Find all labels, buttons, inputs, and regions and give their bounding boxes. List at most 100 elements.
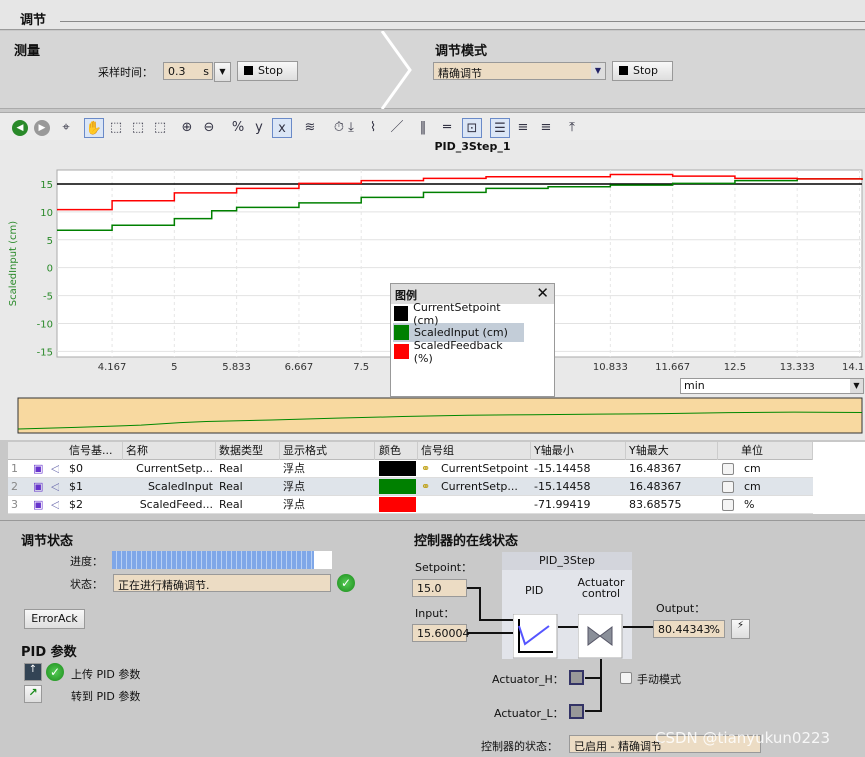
controller-state-label: 控制器的状态：	[481, 740, 558, 753]
x-tick-label: 6.667	[285, 362, 314, 373]
manual-mode-checkbox[interactable]	[620, 672, 632, 684]
pin-icon[interactable]: ⌖	[56, 118, 76, 138]
output-settings-icon[interactable]: ⚡	[731, 619, 750, 639]
goto-pid-label[interactable]: 转到 PID 参数	[71, 688, 140, 704]
x-tick-label: 5.833	[222, 362, 251, 373]
column-header[interactable]: Y轴最大	[626, 442, 718, 460]
zoom-y-icon[interactable]: ⬚	[128, 118, 148, 138]
column-header[interactable]: 信号基...	[66, 442, 123, 460]
line-icon[interactable]: ⌇	[363, 118, 383, 138]
state-label: 状态：	[70, 578, 103, 591]
online-status-title: 控制器的在线状态	[414, 534, 519, 549]
column-header[interactable]: 显示格式	[280, 442, 375, 460]
table-row[interactable]: 2 ▣ ◁ $1 ScaledInput Real 浮点 ⚭ CurrentSetp…	[8, 478, 813, 496]
forward-icon[interactable]: ▶	[34, 120, 50, 136]
upload-pid-label[interactable]: 上传 PID 参数	[71, 666, 140, 682]
section-title: 调节	[20, 13, 47, 28]
speaker-icon: ◁	[51, 462, 60, 475]
column-header[interactable]: Y轴最小	[531, 442, 626, 460]
check-icon: ✓	[337, 574, 355, 592]
speaker-icon: ◁	[51, 480, 60, 493]
back-icon[interactable]: ◀	[12, 120, 28, 136]
sample-time-input[interactable]: 0.3 s	[163, 62, 213, 80]
link-icon: ⚭	[421, 462, 431, 475]
pid-label: PID	[525, 584, 544, 597]
horizontal-cursor-icon[interactable]: ═	[437, 118, 457, 138]
tuning-mode-title: 调节模式	[435, 44, 488, 59]
tuning-status-title: 调节状态	[21, 534, 74, 549]
signal-icon[interactable]: ≋	[300, 118, 320, 138]
sample-unit-dropdown[interactable]: ▼	[214, 62, 231, 82]
legend-swatch	[394, 344, 409, 359]
signal-icon: ▣	[33, 462, 44, 475]
chevron-down-icon: ▼	[850, 379, 863, 393]
column-header[interactable]: 信号组	[418, 442, 531, 460]
column-header[interactable]: 名称	[123, 442, 216, 460]
chevron-down-icon: ▼	[591, 63, 605, 79]
zoom-out-icon[interactable]: ⊖	[199, 118, 219, 138]
errorack-button[interactable]: ErrorAck	[24, 609, 85, 629]
x-100-icon[interactable]: x	[272, 118, 292, 138]
zoom-rect-icon[interactable]: ⬚	[106, 118, 126, 138]
signal-table: 信号基... 名称 数据类型 显示格式 颜色 信号组 Y轴最小 Y轴最大 单位 1 ▣ ◁ $0 …	[8, 442, 865, 514]
y-tick-label: -15	[37, 347, 53, 358]
time-unit-select[interactable]: min ▼	[680, 378, 864, 394]
zoom-x-icon[interactable]: ⬚	[150, 118, 170, 138]
y-axis-label: ScaledInput (cm)	[8, 221, 19, 306]
actuator-h-indicator	[569, 670, 584, 685]
valve-icon	[578, 614, 623, 659]
progress-label: 进度：	[70, 555, 103, 568]
column-header[interactable]: 数据类型	[216, 442, 280, 460]
table-row[interactable]: 1 ▣ ◁ $0 CurrentSetp... Real 浮点 ⚭ CurrentS…	[8, 460, 813, 478]
x-tick-label: 7.5	[353, 362, 369, 373]
pid-graph-icon	[513, 614, 558, 659]
actuator-label: Actuator control	[577, 576, 625, 600]
tuning-mode-select[interactable]: 精确调节 ▼	[433, 62, 606, 80]
column-header[interactable]: 单位	[738, 442, 813, 460]
legend-entry[interactable]: CurrentSetpoint (cm)	[393, 301, 524, 327]
legend-entry[interactable]: ScaledFeedback (%)	[393, 339, 524, 365]
measurement-stop-button[interactable]: Stop	[237, 61, 298, 81]
color-swatch	[379, 479, 416, 494]
zoom-100-icon[interactable]: %	[228, 118, 248, 138]
scale-checkbox[interactable]	[722, 499, 734, 511]
color-swatch	[379, 497, 416, 512]
align-left-icon[interactable]: ≡	[513, 118, 533, 138]
align-right-icon[interactable]: ≡	[536, 118, 556, 138]
x-tick-label: 14.167	[842, 362, 865, 373]
y-tick-label: 5	[47, 236, 53, 247]
scale-checkbox[interactable]	[722, 463, 734, 475]
zoom-in-icon[interactable]: ⊕	[177, 118, 197, 138]
export-icon[interactable]: ⤒	[562, 118, 582, 138]
color-swatch	[379, 461, 416, 476]
legend-icon[interactable]: ☰	[490, 118, 510, 138]
y-tick-label: -5	[43, 292, 53, 303]
legend-close-icon[interactable]: ✕	[536, 284, 549, 302]
y-tick-label: 10	[40, 208, 53, 219]
legend-panel: 图例 ✕ CurrentSetpoint (cm) ScaledInput (cm…	[390, 283, 555, 397]
progress-fill	[112, 551, 315, 569]
y-100-icon[interactable]: y	[249, 118, 269, 138]
scale-checkbox[interactable]	[722, 481, 734, 493]
column-header[interactable]: 颜色	[376, 442, 418, 460]
x-tick-label: 4.167	[98, 362, 127, 373]
upload-icon[interactable]: ↑	[24, 663, 42, 681]
legend-swatch	[394, 325, 409, 340]
output-value: 80.44343%	[653, 620, 725, 638]
input-value: 15.60004	[412, 624, 470, 642]
goto-arrow-icon[interactable]: ↗	[24, 685, 42, 703]
measurement-panel: 测量 采样时间： 0.3 s ▼ Stop 调节模式 精确调节 ▼ Stop	[0, 31, 865, 109]
hand-icon[interactable]: ✋	[84, 118, 104, 138]
tuning-stop-button[interactable]: Stop	[612, 61, 673, 81]
fit-icon[interactable]: ⊡	[462, 118, 482, 138]
section-header: 调节	[0, 0, 865, 30]
vertical-cursor-icon[interactable]: ‖	[413, 118, 433, 138]
actuator-l-label: Actuator_L：	[494, 707, 564, 720]
download-icon[interactable]: ⤓	[341, 118, 361, 138]
diagonal-icon[interactable]: ／	[387, 118, 407, 138]
sample-time-value: 0.3	[168, 65, 186, 78]
state-value: 正在进行精确调节.	[113, 574, 331, 592]
table-row[interactable]: 3 ▣ ◁ $2 ScaledFeed... Real 浮点 -71.99419 …	[8, 496, 813, 514]
pid-block-title: PID_3Step	[502, 552, 632, 570]
chart-title: PID_3Step_1	[434, 140, 511, 153]
